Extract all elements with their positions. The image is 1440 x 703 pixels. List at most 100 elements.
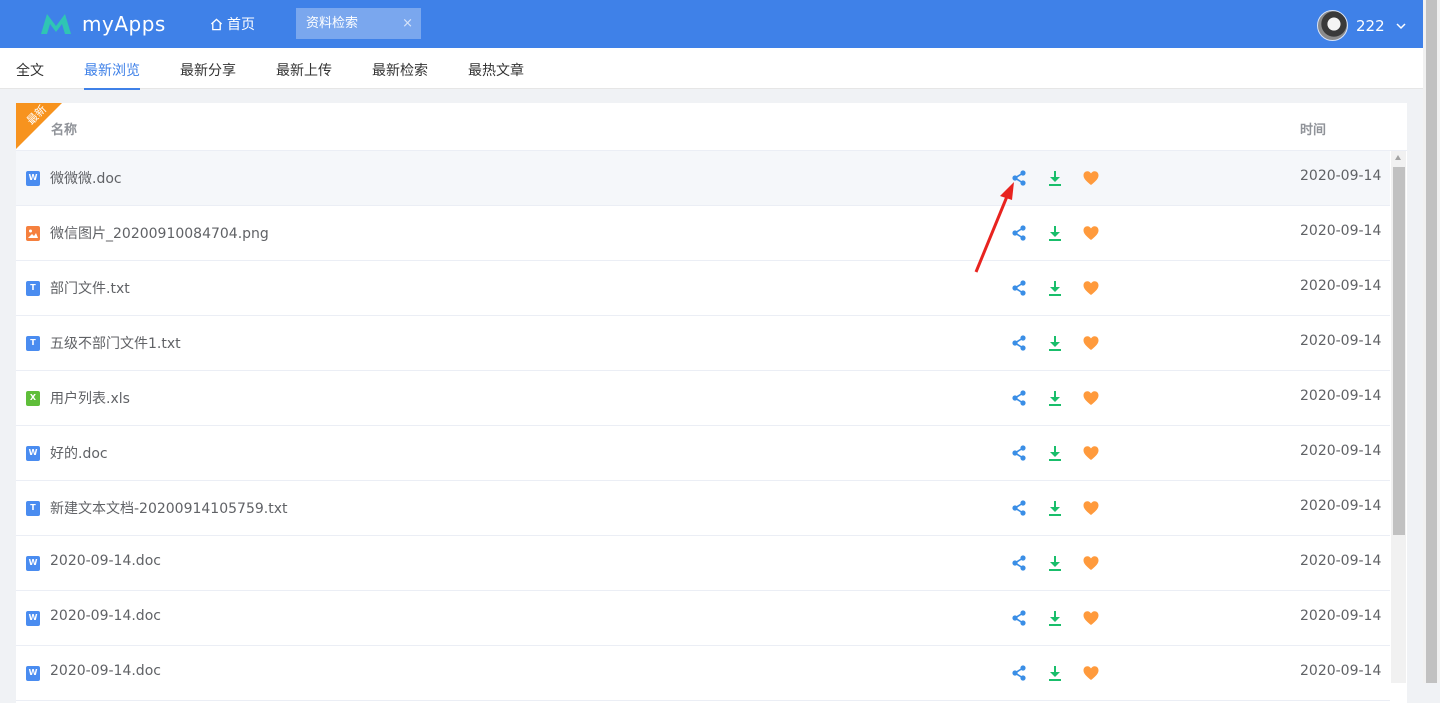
download-icon[interactable] bbox=[1046, 664, 1064, 682]
file-date: 2020-09-14 bbox=[1300, 333, 1382, 349]
table-row[interactable]: W 2020-09-14.doc 2020-09-14 bbox=[16, 646, 1390, 701]
table-row[interactable]: T 新建文本文档-20200914105759.txt 2020-09-14 bbox=[16, 481, 1390, 536]
tab-hot-articles[interactable]: 最热文章 bbox=[468, 60, 524, 80]
download-icon[interactable] bbox=[1046, 499, 1064, 517]
tab-recent-browse[interactable]: 最新浏览 bbox=[84, 60, 140, 90]
favorite-heart-icon[interactable] bbox=[1082, 334, 1100, 352]
share-icon[interactable] bbox=[1010, 609, 1028, 627]
file-name[interactable]: 2020-09-14.doc bbox=[50, 663, 161, 679]
table-row[interactable]: W 好的.doc 2020-09-14 bbox=[16, 426, 1390, 481]
doc-file-icon: W bbox=[26, 446, 40, 461]
column-header-time: 时间 bbox=[1300, 123, 1327, 138]
share-icon[interactable] bbox=[1010, 444, 1028, 462]
favorite-heart-icon[interactable] bbox=[1082, 609, 1100, 627]
file-name[interactable]: 部门文件.txt bbox=[50, 278, 130, 298]
file-type-letter: W bbox=[28, 613, 38, 622]
file-name[interactable]: 微微微.doc bbox=[50, 168, 122, 188]
favorite-heart-icon[interactable] bbox=[1082, 444, 1100, 462]
file-type-letter: T bbox=[30, 338, 36, 347]
tab-recent-upload[interactable]: 最新上传 bbox=[276, 60, 332, 80]
file-name[interactable]: 2020-09-14.doc bbox=[50, 553, 161, 569]
download-icon[interactable] bbox=[1046, 224, 1064, 242]
file-name[interactable]: 微信图片_20200910084704.png bbox=[50, 223, 269, 243]
download-icon[interactable] bbox=[1046, 334, 1064, 352]
favorite-heart-icon[interactable] bbox=[1082, 169, 1100, 187]
table-row[interactable]: T 部门文件.txt 2020-09-14 bbox=[16, 261, 1390, 316]
table-row[interactable]: W 2020-09-14.doc 2020-09-14 bbox=[16, 536, 1390, 591]
file-date: 2020-09-14 bbox=[1300, 278, 1382, 294]
window-scrollbar-thumb[interactable] bbox=[1426, 0, 1437, 683]
scroll-up-arrow-icon[interactable] bbox=[1395, 155, 1401, 160]
avatar bbox=[1317, 10, 1348, 41]
favorite-heart-icon[interactable] bbox=[1082, 389, 1100, 407]
share-icon[interactable] bbox=[1010, 554, 1028, 572]
download-icon[interactable] bbox=[1046, 279, 1064, 297]
file-date: 2020-09-14 bbox=[1300, 443, 1382, 459]
xls-file-icon: X bbox=[26, 391, 40, 406]
file-name[interactable]: 新建文本文档-20200914105759.txt bbox=[50, 498, 287, 518]
download-icon[interactable] bbox=[1046, 389, 1064, 407]
doc-file-icon: W bbox=[26, 666, 40, 681]
table-scrollbar-thumb[interactable] bbox=[1393, 167, 1405, 535]
category-tabs: 全文 最新浏览 最新分享 最新上传 最新检索 最热文章 bbox=[0, 48, 1423, 90]
share-icon[interactable] bbox=[1010, 224, 1028, 242]
share-icon[interactable] bbox=[1010, 334, 1028, 352]
file-type-letter: W bbox=[28, 668, 38, 677]
window-scrollbar[interactable] bbox=[1423, 0, 1440, 683]
table-header: 名称 时间 bbox=[16, 103, 1407, 151]
close-tab-icon[interactable]: × bbox=[402, 8, 413, 39]
table-scrollbar[interactable] bbox=[1391, 151, 1406, 683]
table-row[interactable]: W 2020-09-14.doc 2020-09-14 bbox=[16, 591, 1390, 646]
share-icon[interactable] bbox=[1010, 389, 1028, 407]
favorite-heart-icon[interactable] bbox=[1082, 664, 1100, 682]
table-row[interactable]: W 微微微.doc 2020-09-14 bbox=[16, 151, 1390, 206]
table-row[interactable]: 微信图片_20200910084704.png 2020-09-14 bbox=[16, 206, 1390, 261]
file-name[interactable]: 好的.doc bbox=[50, 443, 108, 463]
table-row[interactable]: X 用户列表.xls 2020-09-14 bbox=[16, 371, 1390, 426]
download-icon[interactable] bbox=[1046, 609, 1064, 627]
favorite-heart-icon[interactable] bbox=[1082, 499, 1100, 517]
share-icon[interactable] bbox=[1010, 499, 1028, 517]
txt-file-icon: T bbox=[26, 281, 40, 296]
user-menu[interactable]: 222 bbox=[1317, 10, 1407, 41]
nav-home-link[interactable]: 首页 bbox=[210, 14, 255, 34]
nav-home-label: 首页 bbox=[227, 17, 255, 33]
app-name: myApps bbox=[82, 12, 166, 36]
favorite-heart-icon[interactable] bbox=[1082, 279, 1100, 297]
file-type-letter: T bbox=[30, 283, 36, 292]
share-icon[interactable] bbox=[1010, 169, 1028, 187]
file-date: 2020-09-14 bbox=[1300, 498, 1382, 514]
file-date: 2020-09-14 bbox=[1300, 168, 1382, 184]
doc-file-icon: W bbox=[26, 611, 40, 626]
txt-file-icon: T bbox=[26, 501, 40, 516]
doc-file-icon: W bbox=[26, 171, 40, 186]
file-type-letter: W bbox=[28, 448, 38, 457]
open-tab-search[interactable]: 资料检索 × bbox=[296, 8, 421, 39]
app-logo[interactable]: myApps bbox=[40, 10, 166, 38]
table-row[interactable]: T 五级不部门文件1.txt 2020-09-14 bbox=[16, 316, 1390, 371]
file-date: 2020-09-14 bbox=[1300, 223, 1382, 239]
user-name: 222 bbox=[1356, 16, 1385, 35]
logo-m-icon bbox=[41, 14, 71, 34]
top-navigation-bar: myApps 首页 资料检索 × 222 bbox=[0, 0, 1423, 48]
tab-fulltext[interactable]: 全文 bbox=[16, 60, 44, 80]
favorite-heart-icon[interactable] bbox=[1082, 224, 1100, 242]
chevron-down-icon bbox=[1396, 22, 1406, 29]
tab-recent-search[interactable]: 最新检索 bbox=[372, 60, 428, 80]
share-icon[interactable] bbox=[1010, 664, 1028, 682]
file-type-letter: X bbox=[29, 393, 37, 402]
file-date: 2020-09-14 bbox=[1300, 608, 1382, 624]
home-icon bbox=[210, 18, 223, 30]
file-date: 2020-09-14 bbox=[1300, 663, 1382, 679]
download-icon[interactable] bbox=[1046, 554, 1064, 572]
file-name[interactable]: 五级不部门文件1.txt bbox=[50, 333, 181, 353]
share-icon[interactable] bbox=[1010, 279, 1028, 297]
tab-recent-share[interactable]: 最新分享 bbox=[180, 60, 236, 80]
image-glyph-icon bbox=[28, 229, 38, 238]
doc-file-icon: W bbox=[26, 556, 40, 571]
download-icon[interactable] bbox=[1046, 169, 1064, 187]
favorite-heart-icon[interactable] bbox=[1082, 554, 1100, 572]
file-name[interactable]: 用户列表.xls bbox=[50, 388, 130, 408]
file-name[interactable]: 2020-09-14.doc bbox=[50, 608, 161, 624]
download-icon[interactable] bbox=[1046, 444, 1064, 462]
